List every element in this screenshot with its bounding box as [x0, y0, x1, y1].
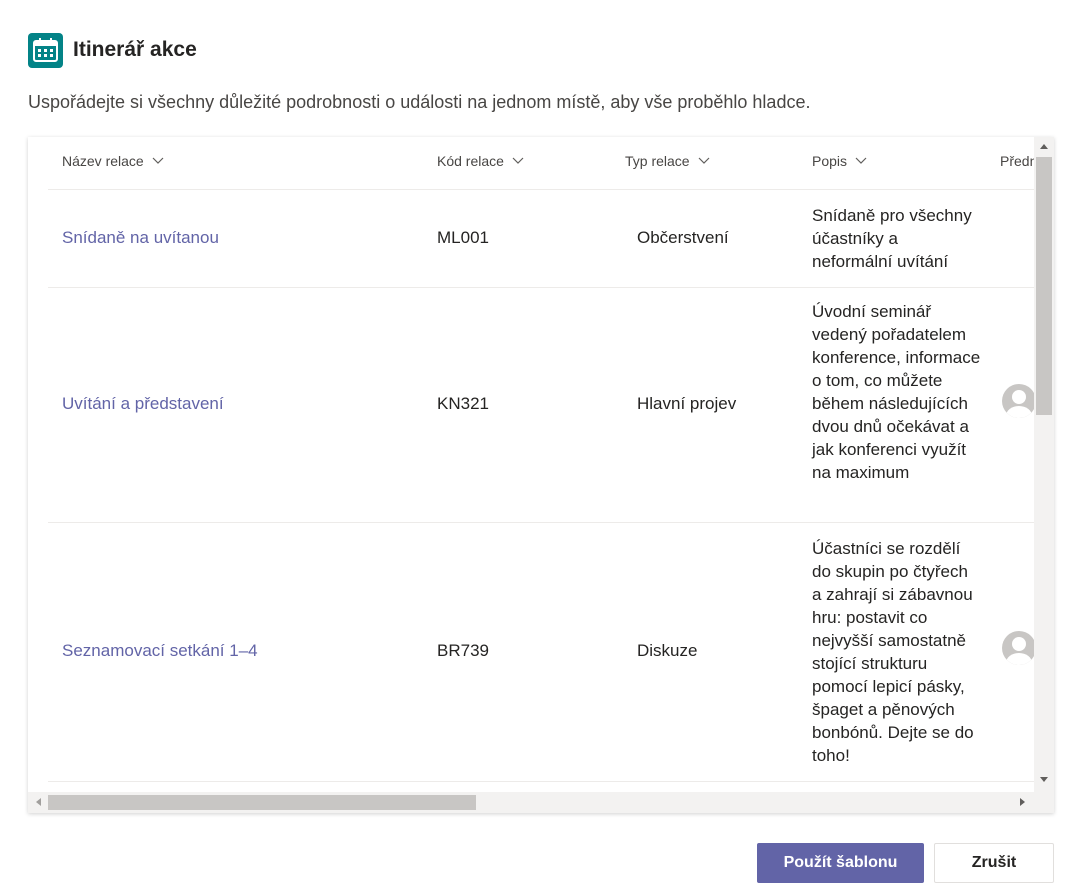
chevron-down-icon — [152, 157, 164, 164]
column-header-name[interactable]: Název relace — [62, 153, 164, 169]
column-header-presenter[interactable]: Předn — [1000, 153, 1034, 169]
scroll-up-icon[interactable] — [1040, 144, 1048, 149]
column-header-label: Typ relace — [625, 153, 690, 169]
scroll-down-icon[interactable] — [1040, 777, 1048, 782]
table-row: Snídaně na uvítanou ML001 Občerstvení Sn… — [48, 190, 1034, 288]
session-code: BR739 — [437, 641, 489, 660]
calendar-icon — [28, 32, 63, 68]
session-type: Hlavní projev — [637, 394, 737, 413]
cancel-button[interactable]: Zrušit — [934, 843, 1054, 883]
session-description: Účastníci se rozdělí do skupin po čtyřec… — [812, 539, 974, 765]
chevron-down-icon — [698, 157, 710, 164]
page-subtitle: Uspořádejte si všechny důležité podrobno… — [28, 92, 811, 112]
scroll-right-icon[interactable] — [1020, 798, 1025, 806]
table-row: Seznamovací setkání 1–4 BR739 Diskuze Úč… — [48, 523, 1034, 782]
chevron-down-icon — [855, 157, 867, 164]
avatar — [1002, 384, 1034, 418]
table-row: Uvítání a představení KN321 Hlavní proje… — [48, 288, 1034, 523]
column-header-label: Předn — [1000, 153, 1034, 169]
column-header-code[interactable]: Kód relace — [437, 153, 524, 169]
table-header-row: Název relace Kód relace Typ relace Popis… — [48, 137, 1034, 190]
vertical-scroll-thumb[interactable] — [1036, 157, 1052, 415]
session-code: KN321 — [437, 394, 489, 413]
session-name-link[interactable]: Snídaně na uvítanou — [62, 228, 219, 248]
session-name-link[interactable]: Uvítání a představení — [62, 394, 224, 414]
column-header-label: Kód relace — [437, 153, 504, 169]
vertical-scrollbar[interactable] — [1034, 137, 1054, 792]
session-type: Občerstvení — [637, 228, 729, 247]
column-header-label: Název relace — [62, 153, 144, 169]
scroll-left-icon[interactable] — [36, 798, 41, 806]
scrollbar-corner — [1034, 792, 1054, 813]
session-name-link[interactable]: Seznamovací setkání 1–4 — [62, 641, 258, 661]
page-title: Itinerář akce — [73, 38, 197, 61]
table-viewport: Název relace Kód relace Typ relace Popis… — [28, 137, 1034, 792]
column-header-label: Popis — [812, 153, 848, 169]
chevron-down-icon — [512, 157, 524, 164]
avatar — [1002, 631, 1034, 665]
header: Itinerář akce — [28, 32, 197, 68]
session-description: Snídaně pro všechny účastníky a neformál… — [812, 206, 972, 271]
apply-template-button[interactable]: Použít šablonu — [757, 843, 924, 883]
sessions-table: Název relace Kód relace Typ relace Popis… — [28, 137, 1054, 813]
horizontal-scrollbar[interactable] — [28, 792, 1034, 813]
session-code: ML001 — [437, 228, 489, 247]
column-header-description[interactable]: Popis — [812, 153, 867, 169]
session-description: Úvodní seminář vedený pořadatelem konfer… — [812, 302, 981, 482]
column-header-type[interactable]: Typ relace — [625, 153, 710, 169]
session-type: Diskuze — [637, 641, 698, 660]
horizontal-scroll-thumb[interactable] — [48, 795, 476, 810]
